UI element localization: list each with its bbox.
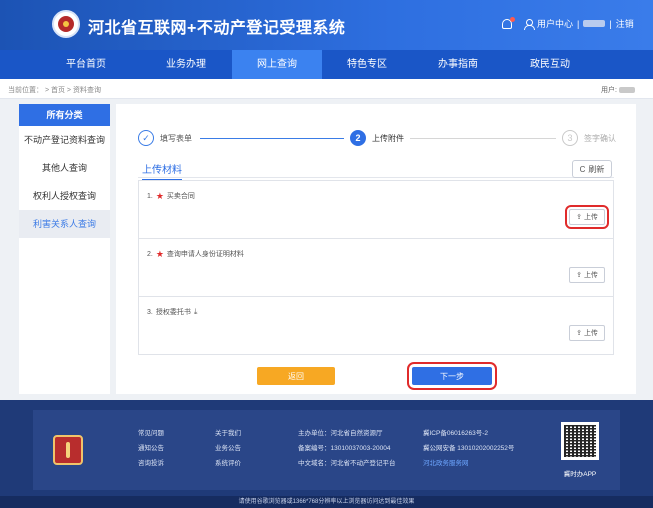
user-area: 用户中心 | | 注销 bbox=[502, 16, 634, 30]
notification-dot bbox=[510, 16, 515, 22]
sidebar-item-authorized-query[interactable]: 权利人授权查询 bbox=[19, 182, 110, 210]
notification-bell-icon[interactable] bbox=[502, 16, 515, 29]
nav-item-business[interactable]: 业务办理 bbox=[141, 50, 231, 79]
document-name: 授权委托书 bbox=[155, 309, 191, 316]
main-panel: ✓ 填写表单 2 上传附件 3 签字确认 上传材料 C 刷新 1. ★ 买卖合同… bbox=[116, 104, 636, 394]
document-index: 3. bbox=[147, 308, 153, 316]
step-2-label: 上传附件 bbox=[372, 134, 404, 143]
next-step-button[interactable]: 下一步 bbox=[407, 362, 497, 390]
user-name-redacted bbox=[583, 20, 606, 27]
step-connector bbox=[410, 138, 556, 139]
app-qr-code bbox=[561, 422, 599, 460]
site-header: 河北省互联网+不动产登记受理系统 用户中心 | | 注销 bbox=[0, 0, 653, 50]
sidebar-heading: 所有分类 bbox=[19, 104, 110, 126]
document-index: 2. bbox=[147, 250, 153, 258]
user-label: 用户: bbox=[601, 87, 617, 94]
document-list: 1. ★ 买卖合同 ⇪ 上传 2. ★ 查询申请人身份证明材料 ⇪ 上传 3. bbox=[138, 180, 614, 355]
header-separator: | bbox=[609, 18, 612, 29]
nav-item-special[interactable]: 特色专区 bbox=[322, 50, 412, 79]
user-center-link[interactable]: 用户中心 bbox=[537, 17, 573, 30]
nav-item-home[interactable]: 平台首页 bbox=[41, 50, 131, 79]
footer-link-about[interactable]: 关于我们 bbox=[215, 426, 241, 441]
footer-links-col2: 关于我们 业务公告 系统评价 bbox=[215, 426, 241, 471]
upload-icon: ⇪ bbox=[576, 214, 582, 221]
footer-emblem-icon bbox=[53, 435, 83, 465]
footer-link-faq[interactable]: 常见问题 bbox=[138, 426, 164, 441]
step-3-circle: 3 bbox=[562, 130, 578, 146]
footer-sponsor: 主办单位：河北省自然资源厅 bbox=[298, 430, 383, 437]
step-1-label: 填写表单 bbox=[160, 134, 192, 143]
footer-link-evaluation[interactable]: 系统评价 bbox=[215, 456, 241, 471]
footer-icp: 冀ICP备06016263号-2 冀公网安备 13010202002252号 河… bbox=[423, 426, 514, 471]
upload-label: 上传 bbox=[583, 272, 598, 279]
footer-icp-number: 冀ICP备06016263号-2 bbox=[423, 430, 489, 437]
refresh-button[interactable]: C 刷新 bbox=[572, 160, 612, 178]
footer-content: 常见问题 通知公告 咨询投诉 关于我们 业务公告 系统评价 主办单位：河北省自然… bbox=[33, 410, 620, 490]
step-connector bbox=[200, 138, 344, 139]
header-separator: | bbox=[577, 18, 580, 29]
step-3-label: 签字确认 bbox=[584, 134, 616, 143]
site-footer: 常见问题 通知公告 咨询投诉 关于我们 业务公告 系统评价 主办单位：河北省自然… bbox=[0, 400, 653, 508]
footer-link-notices[interactable]: 通知公告 bbox=[138, 441, 164, 456]
required-star-icon: ★ bbox=[155, 249, 164, 259]
breadcrumb-user: 用户: bbox=[601, 85, 635, 95]
main-nav: 平台首页 业务办理 网上查询 特色专区 办事指南 政民互动 bbox=[0, 50, 653, 79]
upload-label: 上传 bbox=[583, 214, 598, 221]
upload-icon: ⇪ bbox=[576, 330, 582, 337]
upload-button[interactable]: ⇪ 上传 bbox=[569, 267, 605, 283]
footer-info: 主办单位：河北省自然资源厅 备案编号：13010037003-20004 中文域… bbox=[298, 426, 396, 471]
nav-item-online-query[interactable]: 网上查询 bbox=[232, 50, 322, 79]
document-index: 1. bbox=[147, 192, 153, 200]
download-icon[interactable]: ⤓ bbox=[194, 307, 198, 317]
upload-button[interactable]: ⇪ 上传 bbox=[565, 205, 609, 229]
footer-link-gov-service[interactable]: 河北政务服务网 bbox=[423, 456, 514, 471]
divider bbox=[138, 177, 614, 178]
app-label: 冀时办APP bbox=[563, 471, 597, 478]
user-name-redacted bbox=[619, 87, 635, 93]
sidebar: 所有分类 不动产登记资料查询 其他人查询 权利人授权查询 利害关系人查询 bbox=[19, 104, 110, 394]
footer-links-col1: 常见问题 通知公告 咨询投诉 bbox=[138, 426, 164, 471]
logout-link[interactable]: 注销 bbox=[616, 17, 634, 30]
nav-item-interaction[interactable]: 政民互动 bbox=[505, 50, 595, 79]
sidebar-item-interested-party-query[interactable]: 利害关系人查询 bbox=[19, 210, 110, 238]
footer-domain: 中文域名：河北省不动产登记平台 bbox=[298, 460, 396, 467]
nav-item-guide[interactable]: 办事指南 bbox=[413, 50, 503, 79]
site-title: 河北省互联网+不动产登记受理系统 bbox=[88, 20, 346, 37]
upload-label: 上传 bbox=[583, 330, 598, 337]
footer-link-business-notice[interactable]: 业务公告 bbox=[215, 441, 241, 456]
footer-police-record: 冀公网安备 13010202002252号 bbox=[423, 445, 515, 452]
breadcrumb-bar: 当前位置： > 首页 > 资料查询 用户: bbox=[0, 79, 653, 99]
upload-section-title: 上传材料 bbox=[142, 161, 182, 181]
step-2-circle: 2 bbox=[350, 130, 366, 146]
document-name: 查询申请人身份证明材料 bbox=[166, 251, 244, 258]
document-row: 1. ★ 买卖合同 ⇪ 上传 bbox=[139, 181, 613, 239]
footer-link-complaints[interactable]: 咨询投诉 bbox=[138, 456, 164, 471]
document-row: 2. ★ 查询申请人身份证明材料 ⇪ 上传 bbox=[139, 239, 613, 297]
user-icon bbox=[524, 19, 535, 30]
upload-button[interactable]: ⇪ 上传 bbox=[569, 325, 605, 341]
required-star-icon: ★ bbox=[155, 191, 164, 201]
back-button[interactable]: 返回 bbox=[257, 367, 335, 385]
refresh-label: 刷新 bbox=[588, 164, 605, 174]
step-indicator: ✓ 填写表单 2 上传附件 3 签字确认 bbox=[138, 130, 616, 148]
sidebar-item-property-query[interactable]: 不动产登记资料查询 bbox=[19, 126, 110, 154]
sidebar-item-other-query[interactable]: 其他人查询 bbox=[19, 154, 110, 182]
step-1-check-icon: ✓ bbox=[138, 130, 154, 146]
footer-record-number: 备案编号：13010037003-20004 bbox=[298, 445, 391, 452]
upload-icon: ⇪ bbox=[576, 272, 582, 279]
document-row: 3. 授权委托书 ⤓ ⇪ 上传 bbox=[139, 297, 613, 355]
refresh-icon: C bbox=[579, 164, 586, 174]
document-name: 买卖合同 bbox=[166, 193, 195, 200]
breadcrumb: 当前位置： > 首页 > 资料查询 bbox=[8, 87, 101, 94]
site-logo bbox=[52, 10, 80, 38]
browser-notice: 请使用谷歌浏览器或1366*768分辨率以上浏览器访问达到最佳效果 bbox=[0, 496, 653, 508]
